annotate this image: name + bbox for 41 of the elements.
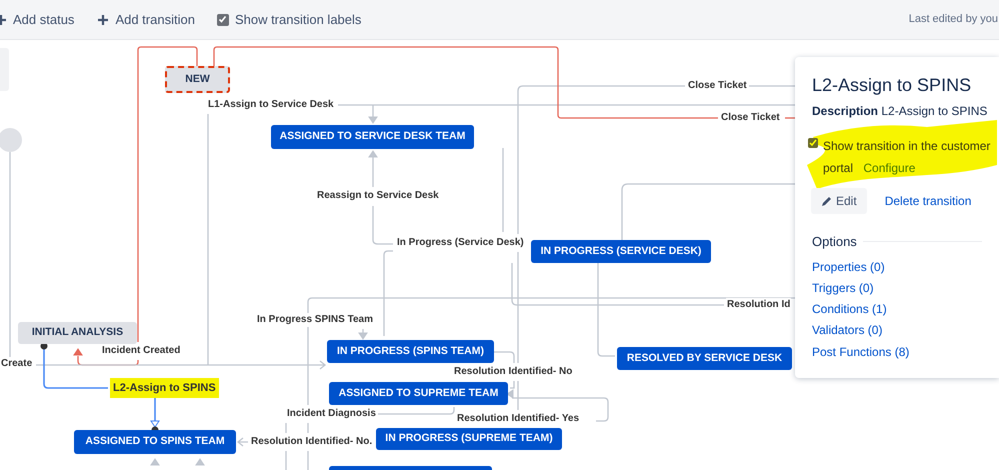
panel-title: L2-Assign to SPINS (812, 74, 972, 97)
checkbox-label: Show transition labels (234, 10, 362, 29)
transition-line[interactable] (512, 397, 609, 422)
delete-transition-link[interactable]: Delete transition (884, 192, 972, 210)
pencil-icon (821, 196, 832, 206)
status-node[interactable]: NEW (165, 66, 230, 93)
checkbox[interactable] (216, 14, 229, 26)
status-node[interactable]: INITIAL ANALYSIS (18, 322, 137, 344)
status-node[interactable]: ASSIGNED TO SPINS TEAM (74, 430, 236, 454)
transition-label[interactable]: L2-Assign to SPINS (110, 378, 219, 398)
configure-link[interactable]: Configure (863, 161, 916, 175)
status-node[interactable]: IN PROGRESS (SUPREME TEAM) (376, 428, 562, 450)
transition-label[interactable]: In Progress SPINS Team (256, 313, 374, 327)
plus-icon (98, 14, 108, 24)
checkbox[interactable] (808, 138, 818, 148)
last-edited-text: Last edited by you (908, 12, 998, 28)
option-link[interactable]: Validators (0) (812, 320, 882, 342)
status-node[interactable]: IN PROGRESS (SERVICE DESK) (531, 240, 711, 263)
status-node[interactable]: ASSIGNED TO SERVICE DESK TEAM (271, 125, 474, 149)
start-node (0, 128, 22, 152)
transition-label[interactable]: Reassign to Service Desk (316, 189, 440, 203)
add-button[interactable]: Add transition (98, 10, 195, 30)
status-node[interactable]: ASSIGNED TO SUPREME TEAM (329, 382, 508, 405)
portal-option-text: Show transition in the customer portal Configure (823, 138, 992, 177)
option-link[interactable]: Post Functions (8) (812, 342, 910, 363)
option-link[interactable]: Triggers (0) (812, 278, 874, 300)
transition-label[interactable]: L1-Assign to Service Desk (207, 98, 335, 112)
transition-label[interactable]: In Progress (Service Desk) (396, 236, 525, 250)
status-node[interactable]: IN PROGRESS (SPINS TEAM) (327, 340, 494, 363)
arrowhead-icon (150, 458, 160, 466)
arrowhead-icon (195, 458, 205, 466)
arrowhead-icon (506, 389, 514, 399)
options-heading: Options (812, 233, 857, 251)
status-node[interactable]: RESOLVED BY SERVICE DESK (617, 347, 792, 370)
add-button[interactable]: Add status (0, 10, 74, 30)
option-link[interactable]: Properties (0) (812, 256, 885, 278)
edit-button[interactable]: Edit (811, 188, 867, 214)
transition-label[interactable]: Incident Diagnosis (286, 407, 377, 421)
option-link[interactable]: Conditions (1) (812, 299, 887, 320)
arrowhead-icon (150, 420, 160, 428)
description-text: Description L2-Assign to SPINS (812, 103, 988, 119)
